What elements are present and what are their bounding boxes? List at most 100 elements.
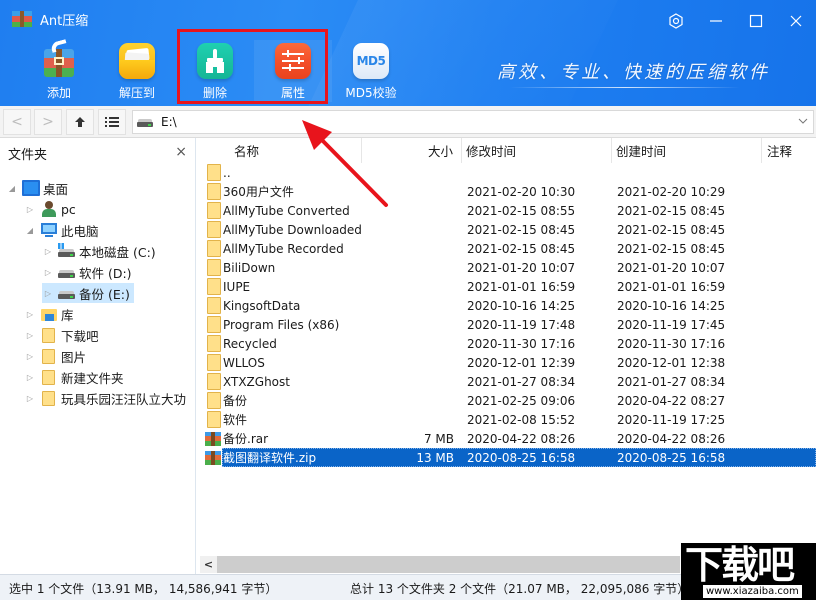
address-path: E:\ — [161, 115, 177, 129]
app-logo-icon — [12, 11, 32, 27]
scroll-left-button[interactable]: < — [200, 556, 217, 573]
file-row[interactable]: 备份 2021-02-25 09:06 2020-04-22 08:27 — [200, 391, 816, 410]
folder-icon — [207, 297, 221, 314]
collapsed-toggle-icon[interactable]: ▷ — [42, 289, 54, 298]
file-size: 7 MB — [423, 431, 454, 446]
tree-item[interactable]: ▷ 图片 — [24, 346, 90, 366]
file-row[interactable]: .. — [200, 163, 816, 182]
horizontal-scrollbar[interactable] — [200, 556, 680, 573]
archive-icon — [205, 432, 221, 446]
tree-item[interactable]: ▷ pc — [24, 199, 80, 219]
file-modified: 2020-12-01 12:39 — [467, 355, 576, 370]
settings-button[interactable] — [656, 8, 696, 34]
forward-button[interactable]: > — [34, 109, 62, 135]
properties-button[interactable]: 属性 — [254, 40, 332, 102]
tree-item[interactable]: ◢ 桌面 — [6, 178, 72, 198]
total-status: 总计 13 个文件夹 2 个文件（21.07 MB， 22,095,086 字节… — [350, 582, 690, 596]
tree-item-label: 库 — [61, 307, 74, 323]
file-name: 360用户文件 — [223, 185, 294, 199]
collapsed-toggle-icon[interactable]: ▷ — [24, 373, 36, 382]
file-size — [362, 334, 454, 353]
file-row[interactable]: AllMyTube Downloaded 2021-02-15 08:45 2021… — [200, 220, 816, 239]
column-header-name[interactable]: 名称 — [200, 138, 362, 163]
file-row[interactable]: Recycled 2020-11-30 17:16 2020-11-30 17:16 — [200, 334, 816, 353]
collapsed-toggle-icon[interactable]: ▷ — [42, 247, 54, 256]
up-button[interactable] — [66, 109, 94, 135]
md5-check-button[interactable]: MD5 MD5校验 — [332, 40, 410, 102]
folder-icon — [207, 392, 221, 409]
file-row[interactable]: AllMyTube Converted 2021-02-15 08:55 2021-… — [200, 201, 816, 220]
collapsed-toggle-icon[interactable]: ▷ — [24, 394, 36, 403]
folder-icon — [207, 278, 221, 295]
view-mode-button[interactable] — [98, 109, 126, 135]
tree-item[interactable]: ▷ 本地磁盘 (C:) — [42, 241, 160, 261]
file-name: 截图翻译软件.zip — [223, 451, 317, 465]
file-size — [362, 410, 454, 429]
properties-label: 属性 — [280, 86, 305, 100]
back-button[interactable]: < — [3, 109, 31, 135]
collapsed-toggle-icon[interactable]: ▷ — [24, 352, 36, 361]
close-icon — [790, 15, 802, 27]
collapsed-toggle-icon[interactable]: ▷ — [24, 310, 36, 319]
close-button[interactable] — [776, 8, 816, 34]
md5-check-label: MD5校验 — [345, 86, 397, 100]
file-row[interactable]: 360用户文件 2021-02-20 10:30 2021-02-20 10:29 — [200, 182, 816, 201]
column-header-modified[interactable]: 修改时间 — [462, 138, 612, 163]
folder-panel-header: 文件夹 × — [0, 138, 195, 168]
tree-item[interactable]: ◢ 此电脑 — [24, 220, 103, 240]
file-row[interactable]: 截图翻译软件.zip 13 MB 2020-08-25 16:58 2020-08-2… — [200, 448, 816, 467]
tree-item[interactable]: ▷ 玩具乐园汪汪队立大功 — [24, 388, 190, 408]
file-row[interactable]: XTXZGhost 2021-01-27 08:34 2021-01-27 08:3… — [200, 372, 816, 391]
tree-item[interactable]: ▷ 库 — [24, 304, 78, 324]
extract-to-button[interactable]: 解压到 — [98, 40, 176, 102]
collapsed-toggle-icon[interactable]: ▷ — [42, 268, 54, 277]
sliders-properties-icon — [275, 43, 311, 79]
file-row[interactable]: 备份.rar 7 MB 2020-04-22 08:26 2020-04-22 08:… — [200, 429, 816, 448]
expanded-toggle-icon[interactable]: ◢ — [6, 184, 18, 193]
collapsed-toggle-icon[interactable]: ▷ — [24, 331, 36, 340]
tree-item[interactable]: ▷ 备份 (E:) — [42, 283, 134, 303]
file-name: .. — [223, 165, 231, 180]
extract-to-label: 解压到 — [118, 86, 155, 100]
expanded-toggle-icon[interactable]: ◢ — [24, 226, 36, 235]
file-created: 2021-02-15 08:45 — [617, 203, 726, 218]
tree-item[interactable]: ▷ 新建文件夹 — [24, 367, 128, 387]
folder-icon — [207, 164, 221, 181]
tree-item[interactable]: ▷ 软件 (D:) — [42, 262, 136, 282]
address-bar[interactable]: E:\ — [132, 110, 814, 134]
column-header-size[interactable]: 大小 — [362, 138, 462, 163]
up-arrow-icon — [75, 117, 85, 127]
collapsed-toggle-icon[interactable]: ▷ — [24, 205, 36, 214]
column-header-comment[interactable]: 注释 — [762, 138, 816, 163]
file-row[interactable]: IUPE 2021-01-01 16:59 2021-01-01 16:59 — [200, 277, 816, 296]
file-row[interactable]: 软件 2021-02-08 15:52 2020-11-19 17:25 — [200, 410, 816, 429]
file-row[interactable]: BiliDown 2021-01-20 10:07 2021-01-20 10:07 — [200, 258, 816, 277]
folder-icon — [207, 240, 221, 257]
file-modified: 2021-02-20 10:30 — [467, 184, 576, 199]
column-header-created[interactable]: 创建时间 — [612, 138, 762, 163]
file-name: BiliDown — [223, 260, 276, 275]
file-row[interactable]: KingsoftData 2020-10-16 14:25 2020-10-16 1… — [200, 296, 816, 315]
file-name: 软件 — [223, 413, 248, 427]
folder-icon — [207, 354, 221, 371]
file-size — [362, 353, 454, 372]
add-button[interactable]: 添加 — [20, 39, 98, 102]
folder-icon — [207, 335, 221, 352]
file-name: Recycled — [223, 336, 277, 351]
minimize-button[interactable] — [696, 8, 736, 34]
file-created: 2021-02-15 08:45 — [617, 222, 726, 237]
folder-tree-panel: 文件夹 × ◢ 桌面 ▷ pc ◢ 此电脑 ▷ 本地磁盘 (C:) ▷ 软件 (D:) ▷ 备份 (E… — [0, 138, 196, 574]
file-row[interactable]: WLLOS 2020-12-01 12:39 2020-12-01 12:38 — [200, 353, 816, 372]
close-panel-icon[interactable]: × — [175, 144, 187, 160]
app-title: Ant压缩 — [40, 13, 89, 29]
file-row[interactable]: Program Files (x86) 2020-11-19 17:48 2020-… — [200, 315, 816, 334]
maximize-button[interactable] — [736, 8, 776, 34]
list-view-icon — [105, 117, 119, 127]
file-name: AllMyTube Downloaded — [223, 222, 362, 237]
chevron-down-icon[interactable] — [797, 115, 809, 127]
delete-button[interactable]: 删除 — [176, 40, 254, 102]
file-created: 2021-01-01 16:59 — [617, 279, 726, 294]
file-row[interactable]: AllMyTube Recorded 2021-02-15 08:45 2021-0… — [200, 239, 816, 258]
delete-label: 删除 — [202, 86, 227, 100]
tree-item[interactable]: ▷ 下载吧 — [24, 325, 103, 345]
